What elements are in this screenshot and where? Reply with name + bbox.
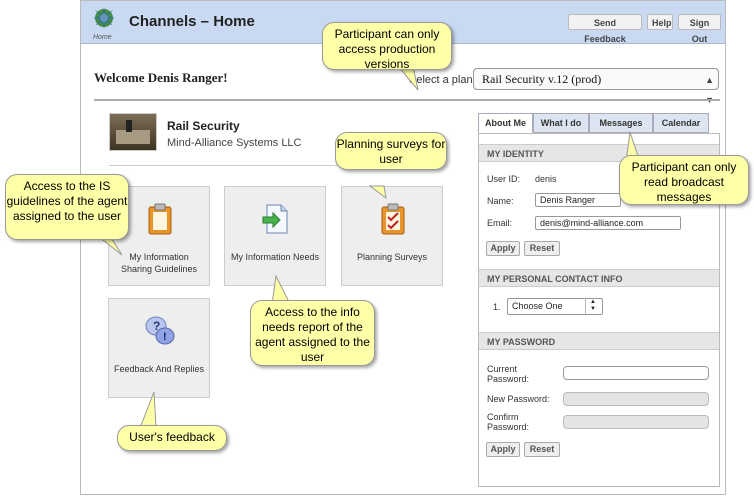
tab-what-i-do[interactable]: What I do [533,113,589,133]
question-bubbles-icon: ? ! [145,316,175,345]
tab-about-me[interactable]: About Me [478,113,533,133]
contact-type-value: Choose One [512,301,563,311]
project-organization: Mind-Alliance Systems LLC [167,137,302,149]
callout-planning-surveys: Planning surveys for user [335,132,447,170]
callout-info-needs: Access to the info needs report of the a… [250,300,375,366]
sign-out-button[interactable]: Sign Out [678,14,721,44]
tile-label: Planning Surveys [356,252,428,262]
current-password-label: Current Password: [487,364,530,384]
callout-user-feedback: User's feedback [117,425,227,451]
identity-reset-button[interactable]: Reset [524,241,560,256]
name-label: Name: [487,196,514,206]
identity-apply-button[interactable]: Apply [486,241,520,256]
project-name: Rail Security [167,119,240,133]
user-id-label: User ID: [487,174,521,184]
checklist-icon [381,203,405,235]
tile-planning-surveys[interactable]: Planning Surveys [341,186,443,286]
svg-text:!: ! [163,331,167,343]
section-heading: MY PERSONAL CONTACT INFO [479,269,719,287]
plan-select-label: Select a plan: [409,74,476,86]
tile-info-needs[interactable]: My Information Needs [224,186,326,286]
confirm-password-field[interactable] [563,415,709,429]
tile-feedback-and-replies[interactable]: ? ! Feedback And Replies [108,298,210,398]
page-title: Channels – Home [129,13,255,30]
project-image [109,113,157,151]
select-arrows-icon: ▲▼ [585,299,600,314]
callout-production-versions: Participant can only access production v… [322,22,452,71]
document-arrow-icon [262,204,288,234]
app-window: Home Channels – Home Send Feedback Help … [80,0,726,495]
divider [94,99,720,101]
logo-caption: Home [93,34,112,41]
name-field[interactable]: Denis Ranger [535,193,621,207]
email-label: Email: [487,218,513,228]
contact-index: 1. [493,302,501,312]
tile-label: My Information Sharing Guidelines [120,252,198,274]
new-password-field[interactable] [563,392,709,406]
section-heading: MY PASSWORD [479,332,719,350]
clipboard-icon [148,203,172,235]
user-id-value: denis [535,174,557,184]
password-apply-button[interactable]: Apply [486,442,520,457]
password-reset-button[interactable]: Reset [524,442,560,457]
help-button[interactable]: Help [647,14,673,30]
plan-selected-value: Rail Security v.12 (prod) [482,72,602,86]
current-password-field[interactable] [563,366,709,380]
callout-is-guidelines: Access to the IS guidelines of the agent… [5,174,129,240]
email-field[interactable]: denis@mind-alliance.com [535,216,681,230]
welcome-message: Welcome Denis Ranger! [94,70,228,85]
select-arrows-icon: ▲▼ [705,75,714,105]
tile-label: Feedback And Replies [113,364,205,374]
plan-select[interactable]: Rail Security v.12 (prod) ▲▼ [473,68,719,105]
confirm-password-label: Confirm Password: [487,412,530,432]
tab-messages[interactable]: Messages [589,113,653,133]
callout-broadcast-messages: Participant can only read broadcast mess… [619,155,749,205]
send-feedback-button[interactable]: Send Feedback [568,14,642,44]
tab-calendar[interactable]: Calendar [653,113,709,133]
new-password-label: New Password: [487,394,550,404]
contact-type-select[interactable]: Choose One ▲ ▼ [507,298,603,315]
tile-label: My Information Needs [230,252,320,262]
